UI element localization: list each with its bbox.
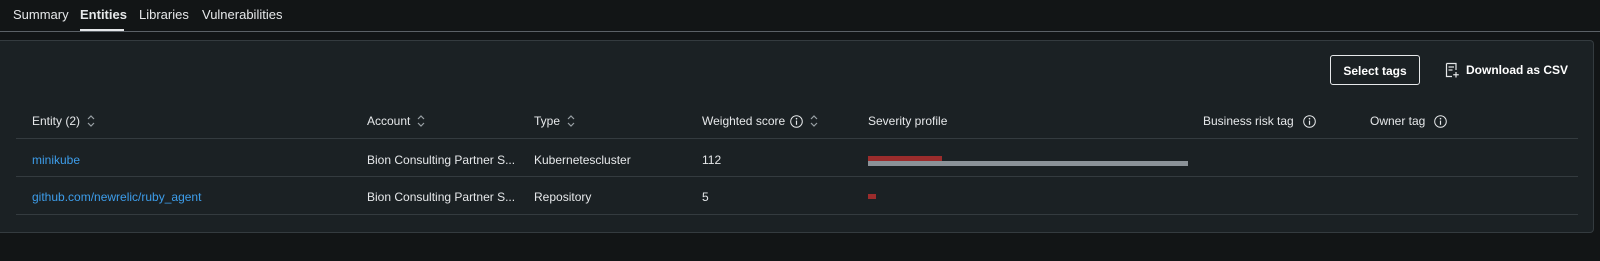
column-header-weighted-score-label: Weighted score <box>702 114 786 128</box>
column-header-owner-tag-label: Owner tag <box>1370 114 1426 128</box>
column-header-weighted-score[interactable]: Weighted score <box>702 113 818 129</box>
tab-libraries[interactable]: Libraries <box>139 7 189 23</box>
account-cell: Bion Consulting Partner S... <box>367 153 516 167</box>
entity-link[interactable]: github.com/newrelic/ruby_agent <box>32 190 201 204</box>
type-cell: Kubernetescluster <box>534 153 631 167</box>
row-divider <box>16 214 1578 215</box>
entities-panel: Select tags Download as CSV Entity (2) A… <box>0 40 1594 233</box>
tab-bar: Summary Entities Libraries Vulnerabiliti… <box>0 0 1600 32</box>
sort-icon <box>87 115 95 127</box>
column-header-account[interactable]: Account <box>367 113 425 129</box>
document-add-icon <box>1445 62 1459 78</box>
info-icon[interactable] <box>1434 114 1448 128</box>
severity-other-segment <box>868 161 1188 166</box>
severity-critical-segment <box>868 194 876 199</box>
column-header-severity-profile-label: Severity profile <box>868 114 948 128</box>
column-header-type-label: Type <box>534 114 561 128</box>
download-csv-label: Download as CSV <box>1466 63 1569 77</box>
column-header-severity-profile: Severity profile <box>868 113 947 129</box>
type-cell: Repository <box>534 190 592 204</box>
column-header-type[interactable]: Type <box>534 113 575 129</box>
tab-entities[interactable]: Entities <box>80 7 127 23</box>
column-header-business-risk-tag: Business risk tag <box>1203 113 1316 129</box>
tab-summary[interactable]: Summary <box>13 7 69 23</box>
download-csv-button[interactable]: Download as CSV <box>1444 55 1568 85</box>
column-header-account-label: Account <box>367 114 411 128</box>
column-header-business-risk-tag-label: Business risk tag <box>1203 114 1294 128</box>
row-divider <box>16 176 1578 177</box>
account-cell: Bion Consulting Partner S... <box>367 190 516 204</box>
info-icon[interactable] <box>1302 114 1316 128</box>
sort-icon <box>567 115 575 127</box>
weighted-score-cell: 5 <box>702 190 709 204</box>
active-tab-indicator <box>80 29 124 31</box>
weighted-score-cell: 112 <box>702 153 722 167</box>
header-divider <box>16 138 1578 139</box>
column-header-owner-tag: Owner tag <box>1370 113 1448 129</box>
entity-link[interactable]: minikube <box>32 153 80 167</box>
info-icon[interactable] <box>790 114 803 128</box>
sort-icon <box>810 115 818 127</box>
tab-vulnerabilities[interactable]: Vulnerabilities <box>202 7 282 23</box>
select-tags-button[interactable]: Select tags <box>1330 55 1420 85</box>
sort-icon <box>417 115 425 127</box>
column-header-entity[interactable]: Entity (2) <box>32 113 95 129</box>
column-header-entity-label: Entity (2) <box>32 114 81 128</box>
